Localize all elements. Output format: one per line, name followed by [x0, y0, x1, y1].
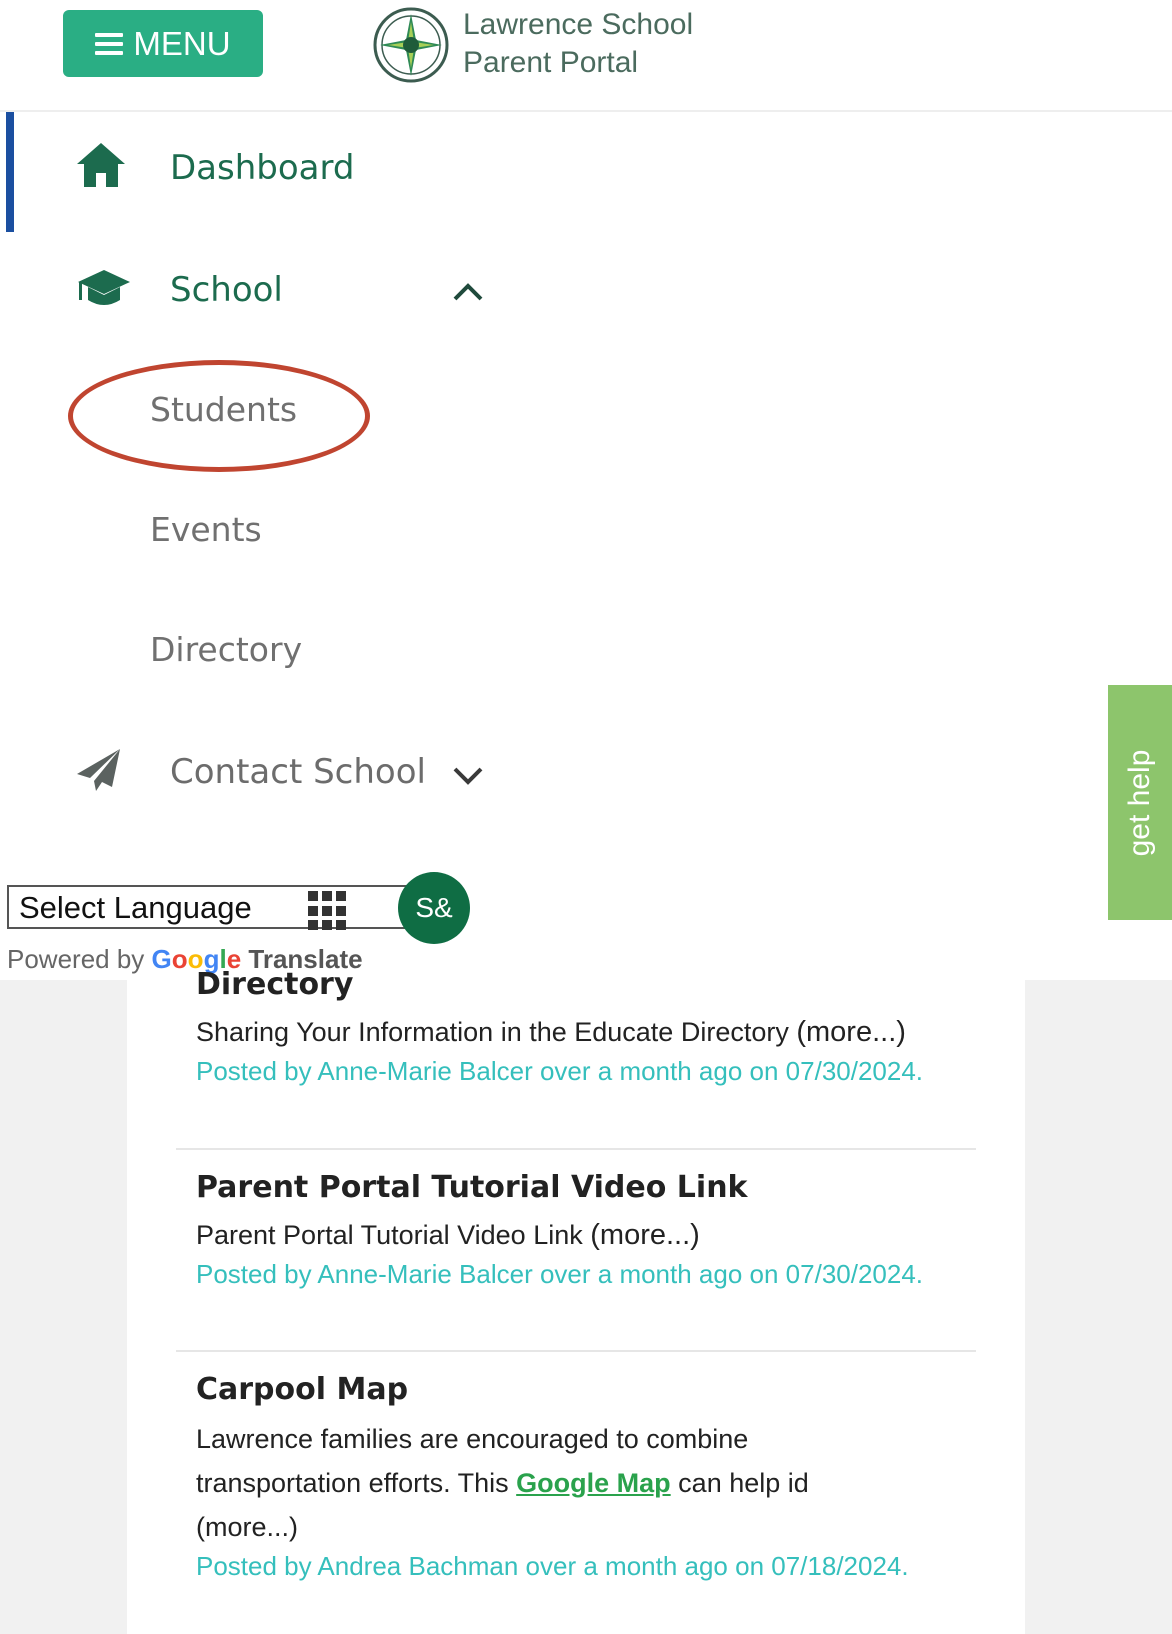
post-tutorial-video: Parent Portal Tutorial Video Link Parent…	[196, 1170, 986, 1290]
post-body: Lawrence families are encouraged to comb…	[196, 1417, 986, 1549]
post-title[interactable]: Directory	[196, 967, 986, 1002]
content-gutter-left	[0, 980, 127, 1634]
nav-label-school: School	[170, 270, 283, 310]
menu-button-label: MENU	[133, 24, 231, 62]
language-select[interactable]: Select Language	[7, 885, 417, 931]
post-body: Parent Portal Tutorial Video Link (more.…	[196, 1213, 986, 1257]
post-meta: Posted by Anne-Marie Balcer over a month…	[196, 1259, 924, 1289]
post-body-line: Lawrence families are encouraged to comb…	[196, 1424, 749, 1454]
nav-label-dashboard: Dashboard	[170, 148, 355, 188]
header-divider	[0, 110, 1172, 112]
post-directory: Directory Sharing Your Information in th…	[196, 967, 986, 1087]
brand-title: Lawrence School Parent Portal	[463, 6, 693, 82]
get-help-tab[interactable]: get help	[1108, 685, 1172, 920]
hamburger-icon	[95, 32, 124, 55]
post-body-line: transportation efforts. This Google Map …	[196, 1461, 986, 1505]
post-divider	[176, 1148, 976, 1150]
post-body-text: Sharing Your Information in the Educate …	[196, 1017, 789, 1047]
paper-plane-icon	[77, 749, 120, 791]
annotation-circle	[68, 360, 370, 472]
home-icon	[77, 143, 125, 187]
post-title[interactable]: Carpool Map	[196, 1372, 986, 1407]
nav-label-contact-school: Contact School	[170, 752, 426, 792]
brand-line-2: Parent Portal	[463, 46, 639, 79]
school-logo	[373, 7, 449, 83]
post-body-text: transportation efforts. This	[196, 1468, 517, 1498]
graduation-cap-icon	[78, 270, 130, 305]
active-indicator	[6, 112, 14, 232]
chevron-up-icon[interactable]	[452, 282, 484, 302]
post-meta: Posted by Andrea Bachman over a month ag…	[196, 1551, 909, 1581]
post-carpool-map: Carpool Map Lawrence families are encour…	[196, 1372, 986, 1582]
powered-by-label: Powered by	[7, 944, 145, 974]
google-map-link[interactable]: Google Map	[516, 1468, 671, 1498]
more-link[interactable]: (more...)	[796, 1016, 906, 1048]
brand-line-1: Lawrence School	[463, 8, 694, 41]
post-divider	[176, 1350, 976, 1352]
post-title[interactable]: Parent Portal Tutorial Video Link	[196, 1170, 986, 1205]
content-gutter-right	[1025, 980, 1172, 1634]
get-help-label: get help	[1123, 749, 1156, 856]
nav-item-events[interactable]: Events	[150, 510, 262, 549]
language-select-label: Select Language	[19, 890, 252, 925]
post-meta: Posted by Anne-Marie Balcer over a month…	[196, 1056, 924, 1086]
post-body-text: can help id	[670, 1468, 809, 1498]
extension-badge[interactable]: S&	[398, 872, 470, 944]
chevron-down-icon[interactable]	[452, 766, 484, 786]
nav-item-directory[interactable]: Directory	[150, 630, 302, 669]
grid-icon	[308, 891, 348, 931]
more-link[interactable]: (more...)	[590, 1219, 700, 1251]
post-body-text: Parent Portal Tutorial Video Link	[196, 1220, 583, 1250]
menu-button[interactable]: MENU	[63, 10, 263, 77]
more-link[interactable]: (more...)	[196, 1505, 986, 1549]
post-body: Sharing Your Information in the Educate …	[196, 1010, 986, 1054]
